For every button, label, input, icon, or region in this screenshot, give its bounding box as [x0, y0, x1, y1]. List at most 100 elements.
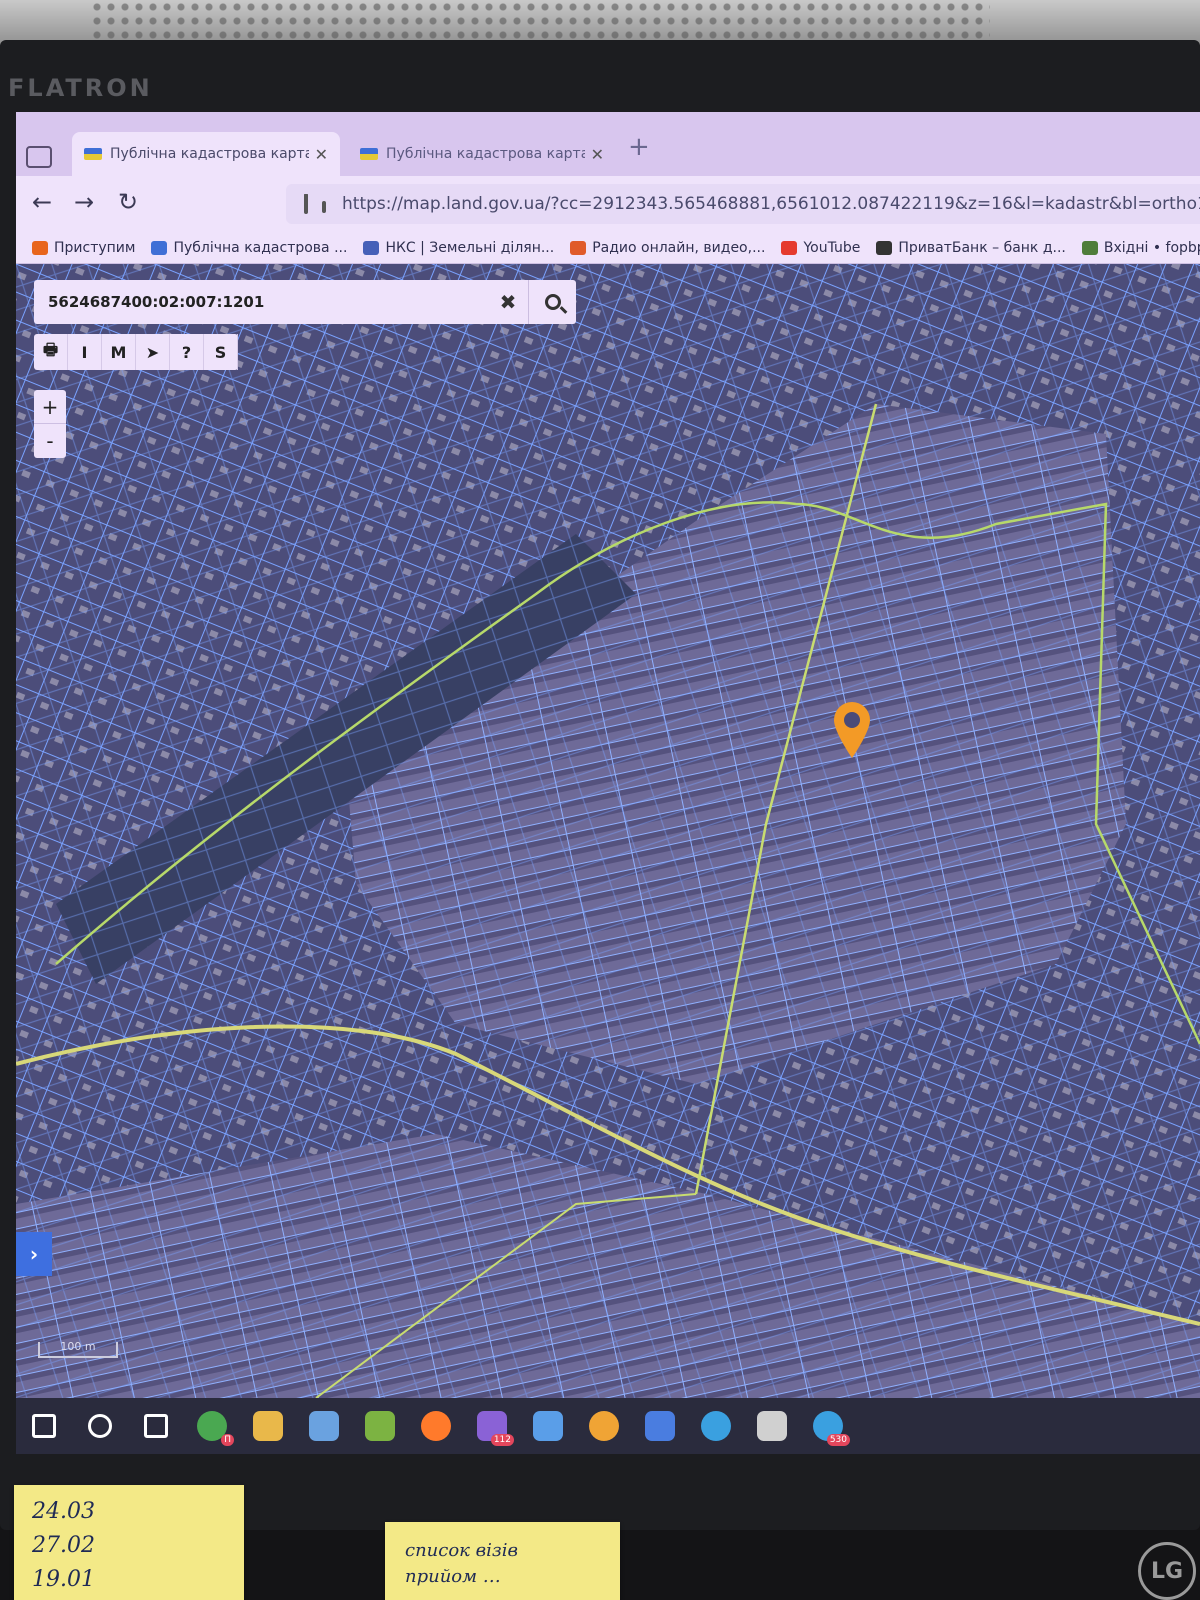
save-icon: [645, 1411, 675, 1441]
windows-taskbar: П 112 530: [16, 1398, 1200, 1454]
bookmark-label: Приступим: [54, 239, 136, 256]
sticky-note-dates: 24.03 27.02 19.01: [14, 1485, 244, 1600]
note-line: cписок візів: [405, 1540, 518, 1561]
tab-cadastral-map-2[interactable]: Публічна кадастрова карта Укр ✕: [348, 132, 616, 176]
taskbar-item[interactable]: П: [184, 1398, 240, 1454]
measure-area-icon[interactable]: M: [102, 334, 136, 370]
bookmark-label: YouTube: [803, 239, 861, 256]
bookmark-item[interactable]: YouTube: [781, 240, 860, 256]
map-toolbar: 🖶 I M ➤ ? S: [34, 334, 238, 370]
close-tab-icon[interactable]: ✕: [315, 145, 328, 164]
nav-bar: ← → ↻ https://map.land.gov.ua/?cc=291234…: [16, 176, 1200, 232]
new-tab-button[interactable]: +: [628, 132, 650, 162]
taskbar-item[interactable]: [408, 1398, 464, 1454]
forward-icon[interactable]: →: [74, 188, 94, 216]
layers-icon[interactable]: S: [204, 334, 238, 370]
measure-line-icon[interactable]: I: [68, 334, 102, 370]
notification-badge: 530: [826, 1434, 850, 1446]
bookmark-item[interactable]: Приступим: [32, 240, 135, 256]
note-line: 27.02: [32, 1533, 95, 1558]
search-icon: [544, 294, 561, 310]
bookmark-item[interactable]: Вхідні • fopbpv@: [1081, 239, 1200, 256]
taskbar-item[interactable]: [16, 1398, 72, 1454]
address-bar[interactable]: https://map.land.gov.ua/?cc=2912343.5654…: [286, 184, 1200, 224]
taskbar-item[interactable]: [296, 1398, 352, 1454]
copilot-icon: [533, 1411, 563, 1441]
search-button[interactable]: [528, 280, 576, 324]
taskbar-item[interactable]: [688, 1398, 744, 1454]
bookmark-item[interactable]: Публічна кадастрова ...: [151, 240, 347, 256]
taskbar-item[interactable]: [744, 1398, 800, 1454]
notification-badge: П: [221, 1434, 234, 1446]
bookmarks-bar: Приступим Публічна кадастрова ... НКС | …: [16, 232, 1200, 264]
help-icon[interactable]: ?: [170, 334, 204, 370]
bookmark-item[interactable]: ПриватБанк – банк д...: [876, 240, 1066, 256]
lock-icon[interactable]: [322, 201, 326, 213]
expand-panel-button[interactable]: ›: [16, 1232, 52, 1276]
tab-title: Публічна кадастрова карта Укр: [386, 146, 585, 162]
bookmark-icon: [570, 240, 587, 255]
note-line: 24.03: [32, 1499, 95, 1524]
taskbar-item[interactable]: [632, 1398, 688, 1454]
location-pin-icon[interactable]: [832, 700, 872, 764]
circle-app-icon: [589, 1411, 619, 1441]
windows-start-icon: [32, 1414, 56, 1438]
mail-icon: [1081, 240, 1098, 255]
notification-badge: 112: [490, 1434, 514, 1446]
wall-grid: [90, 0, 990, 40]
bookmark-item[interactable]: НКС | Земельні ділян...: [363, 240, 554, 256]
back-icon[interactable]: ←: [32, 188, 52, 216]
satellite-map[interactable]: [16, 264, 1200, 1398]
parcel-grid: [16, 264, 1200, 1398]
search-input[interactable]: 5624687400:02:007:1201: [34, 293, 488, 311]
users-icon: [309, 1411, 339, 1441]
tab-list-icon[interactable]: [26, 146, 52, 168]
bookmark-icon: [876, 240, 893, 255]
tab-cadastral-map-1[interactable]: Публічна кадастрова карта Укр ✕: [72, 132, 340, 176]
bookmark-icon: [32, 240, 48, 255]
tab-title: Публічна кадастрова карта Укр: [110, 146, 309, 162]
print-icon[interactable]: 🖶: [34, 334, 68, 370]
taskbar-item[interactable]: [72, 1398, 128, 1454]
bookmark-label: Вхідні • fopbpv@: [1103, 239, 1200, 256]
screen: Публічна кадастрова карта Укр ✕ Публічна…: [16, 112, 1200, 1454]
sticky-note-text: cписок візів прийом …: [385, 1522, 620, 1600]
ukraine-flag-icon: [84, 148, 102, 160]
bookmark-item[interactable]: Радио онлайн, видео,...: [570, 240, 765, 256]
taskbar-item[interactable]: [128, 1398, 184, 1454]
shield-icon[interactable]: [304, 194, 308, 214]
reload-icon[interactable]: ↻: [118, 188, 138, 216]
taskbar-item[interactable]: 530: [800, 1398, 856, 1454]
zoom-control: + -: [34, 390, 66, 458]
bookmark-label: Радио онлайн, видео,...: [592, 239, 766, 256]
note-line: 19.01: [32, 1567, 95, 1592]
taskbar-item[interactable]: [240, 1398, 296, 1454]
zoom-in-button[interactable]: +: [34, 390, 66, 424]
zoom-out-button[interactable]: -: [34, 424, 66, 458]
pointer-icon[interactable]: ➤: [136, 334, 170, 370]
cadastral-search: 5624687400:02:007:1201 ✖: [34, 280, 576, 324]
taskbar-item[interactable]: 112: [464, 1398, 520, 1454]
bookmark-icon: [151, 240, 168, 255]
taskbar-item[interactable]: [352, 1398, 408, 1454]
telegram-icon: [701, 1411, 731, 1441]
cadastral-map[interactable]: [16, 264, 1200, 1398]
lg-logo: LG: [1138, 1542, 1196, 1600]
monitor-brand: FLATRON: [8, 74, 153, 102]
taskbar-item[interactable]: [520, 1398, 576, 1454]
ukraine-flag-icon: [360, 148, 378, 160]
firefox-icon: [421, 1411, 451, 1441]
bookmark-label: Публічна кадастрова ...: [173, 239, 348, 256]
close-tab-icon[interactable]: ✕: [591, 145, 604, 164]
bookmark-icon: [363, 240, 380, 255]
files-icon: [757, 1411, 787, 1441]
url-text[interactable]: https://map.land.gov.ua/?cc=2912343.5654…: [342, 194, 1200, 214]
youtube-icon: [781, 240, 798, 255]
scale-bar: 100 m: [38, 1341, 118, 1358]
app-icon: [365, 1411, 395, 1441]
bookmark-label: ПриватБанк – банк д...: [898, 239, 1066, 256]
folder-icon: [253, 1411, 283, 1441]
search-icon: [88, 1414, 112, 1438]
taskbar-item[interactable]: [576, 1398, 632, 1454]
clear-search-icon[interactable]: ✖: [488, 290, 528, 314]
